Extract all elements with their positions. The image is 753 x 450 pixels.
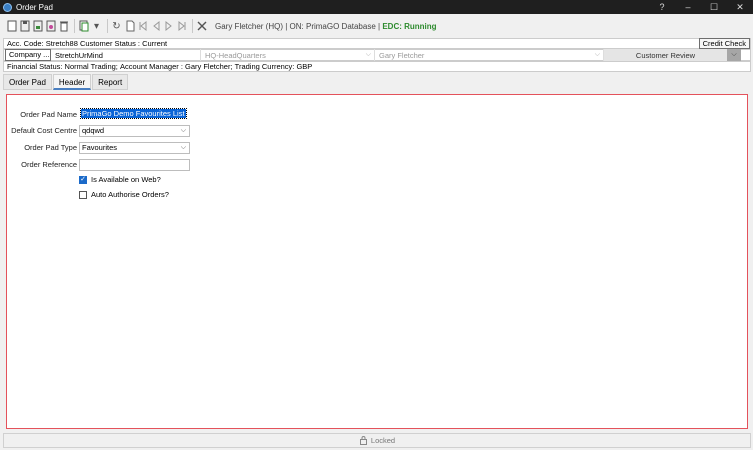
minimize-button[interactable]: –	[675, 0, 701, 14]
pad-type-label: Order Pad Type	[24, 143, 77, 152]
connection-status: Gary Fletcher (HQ) | ON: PrimaGO Databas…	[215, 22, 437, 31]
last-record-icon[interactable]	[176, 20, 187, 33]
financial-info-bar: Financial Status: Normal Trading; Accoun…	[3, 61, 751, 72]
customer-status: Customer Status : Current	[79, 39, 168, 48]
new-icon[interactable]	[6, 20, 17, 33]
cost-centre-label: Default Cost Centre	[11, 126, 77, 135]
status-prefix: Gary Fletcher (HQ) | ON: PrimaGO Databas…	[215, 21, 381, 31]
company-button[interactable]: Company ...	[5, 49, 51, 61]
lock-status-text: Locked	[370, 436, 396, 445]
tab-strip: Order Pad Header Report	[3, 74, 129, 90]
company-name-field[interactable]: StretchUrMind	[51, 49, 201, 61]
cancel-icon[interactable]	[196, 20, 207, 33]
company-bar: Company ... StretchUrMind HQ-HeadQuarter…	[3, 49, 751, 61]
pad-type-dropdown[interactable]: Favourites ⌵	[79, 142, 190, 154]
credit-check-button[interactable]: Credit Check	[698, 38, 750, 49]
header-form-panel: Order Pad Name PrimaGo Demo Favourites L…	[6, 94, 748, 429]
order-pad-name-input[interactable]: PrimaGo Demo Favourites List	[79, 108, 189, 121]
available-on-web-checkbox[interactable]: ✓ Is Available on Web?	[79, 175, 161, 184]
toolbar: ▾ ↻ Gary Fletcher (HQ) | ON: PrimaGO Dat…	[0, 14, 753, 38]
available-on-web-label: Is Available on Web?	[91, 175, 161, 184]
edc-running-status: EDC: Running	[382, 21, 437, 31]
chevron-down-icon: ⌵	[594, 51, 600, 58]
chevron-down-icon: ⌵	[180, 144, 186, 151]
order-pad-name-label: Order Pad Name	[20, 110, 77, 119]
first-record-icon[interactable]	[137, 20, 148, 33]
chevron-down-icon: ⌵	[180, 127, 186, 134]
save-close-icon[interactable]	[45, 20, 56, 33]
tab-order-pad[interactable]: Order Pad	[3, 74, 52, 90]
cost-centre-dropdown[interactable]: qdqwd ⌵	[79, 125, 190, 137]
site-dropdown[interactable]: HQ-HeadQuarters ⌵	[201, 49, 375, 61]
dropdown-arrow-icon[interactable]: ▾	[91, 20, 102, 33]
next-record-icon[interactable]	[163, 20, 174, 33]
toolbar-separator	[74, 19, 75, 33]
close-button[interactable]: ✕	[727, 0, 753, 14]
previous-record-icon[interactable]	[150, 20, 161, 33]
company-name-value: StretchUrMind	[55, 50, 103, 60]
contact-dropdown[interactable]: Gary Fletcher ⌵	[375, 49, 604, 61]
chevron-down-icon: ⌵	[365, 51, 371, 58]
blank-page-icon[interactable]	[124, 20, 135, 33]
save-all-icon[interactable]	[32, 20, 43, 33]
window-controls: ? – ☐ ✕	[649, 0, 753, 14]
review-dropdown-icon[interactable]: ⌵	[727, 49, 741, 61]
pad-type-value: Favourites	[82, 143, 118, 152]
auto-authorise-label: Auto Authorise Orders?	[91, 190, 169, 199]
order-reference-input[interactable]	[79, 159, 190, 171]
account-info-bar: Acc. Code: Stretch88 Customer Status : C…	[3, 38, 751, 49]
order-reference-label: Order Reference	[21, 160, 77, 169]
maximize-button[interactable]: ☐	[701, 0, 727, 14]
auto-authorise-checkbox[interactable]: Auto Authorise Orders?	[79, 190, 169, 199]
tab-header[interactable]: Header	[52, 74, 92, 90]
site-value: HQ-HeadQuarters	[205, 50, 266, 60]
lock-icon	[359, 435, 368, 447]
financial-status: Financial Status: Normal Trading;	[7, 62, 118, 71]
refresh-icon[interactable]: ↻	[111, 20, 122, 33]
toolbar-separator	[107, 19, 108, 33]
checkbox-checked-icon: ✓	[79, 175, 87, 184]
title-bar: Order Pad ? – ☐ ✕	[0, 0, 753, 14]
order-pad-name-value: PrimaGo Demo Favourites List	[80, 108, 187, 119]
toolbar-separator	[192, 19, 193, 33]
copy-icon[interactable]	[78, 20, 89, 33]
customer-review-button[interactable]: Customer Review	[604, 49, 727, 61]
save-icon[interactable]	[19, 20, 30, 33]
checkbox-unchecked-icon	[79, 190, 87, 199]
account-manager: Account Manager : Gary Fletcher;	[119, 62, 233, 71]
delete-icon[interactable]	[58, 20, 69, 33]
trading-currency: Trading Currency: GBP	[234, 62, 313, 71]
cost-centre-value: qdqwd	[82, 126, 105, 135]
status-bar: Locked	[3, 433, 751, 448]
tab-report[interactable]: Report	[92, 74, 129, 90]
window-title: Order Pad	[16, 2, 53, 12]
account-code: Acc. Code: Stretch88	[7, 39, 78, 48]
contact-value: Gary Fletcher	[379, 50, 425, 60]
help-button[interactable]: ?	[649, 0, 675, 14]
app-icon	[3, 2, 12, 12]
